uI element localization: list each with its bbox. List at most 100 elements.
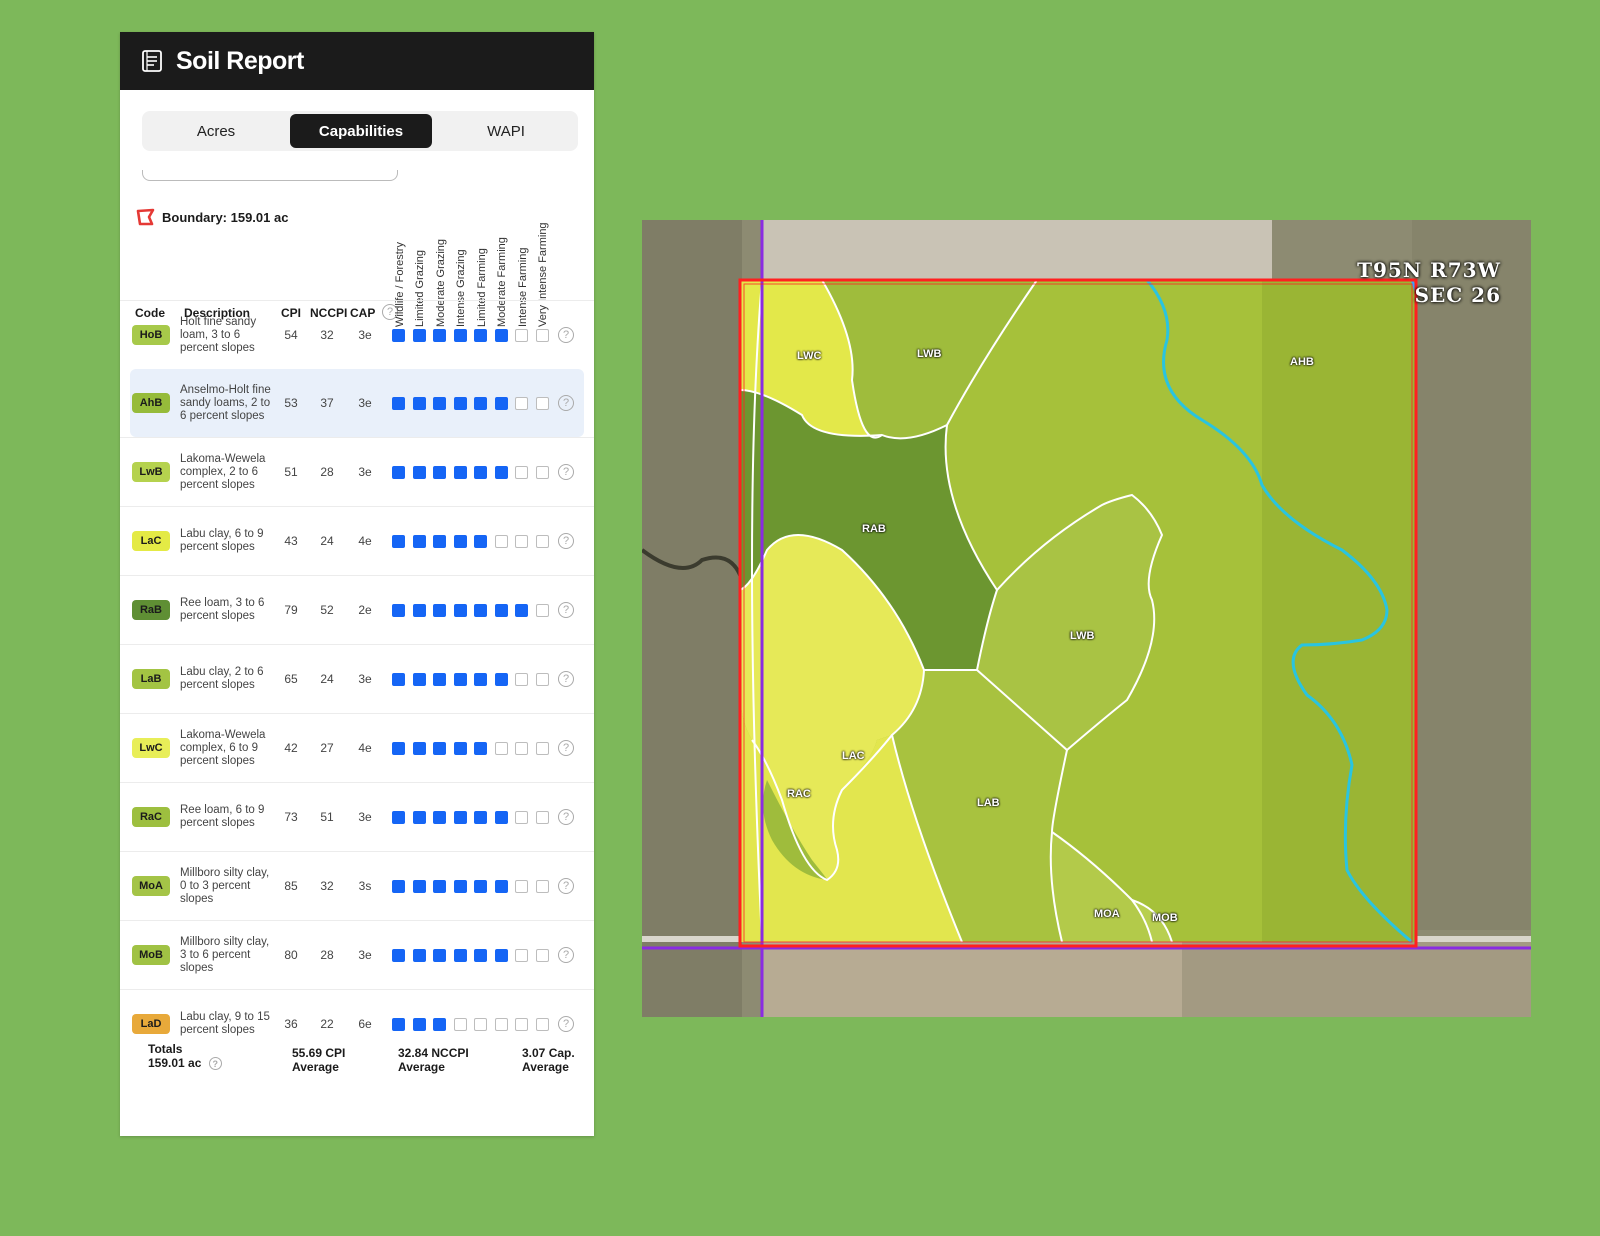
panel-header: Soil Report — [120, 32, 594, 90]
capability-square — [392, 1017, 405, 1031]
soil-cpi: 51 — [284, 465, 298, 479]
capability-square — [515, 1017, 528, 1031]
table-row[interactable]: LaC Labu clay, 6 to 9 percent slopes 43 24 4… — [120, 506, 594, 575]
soil-cap: 3e — [358, 465, 372, 479]
totals-cpi-sub: Average — [292, 1060, 339, 1074]
soil-description: Labu clay, 9 to 15 percent slopes — [180, 1011, 270, 1036]
row-help-icon[interactable]: ? — [558, 464, 574, 480]
table-row[interactable]: MoA Millboro silty clay, 0 to 3 percent s… — [120, 851, 594, 920]
soil-description: Ree loam, 3 to 6 percent slopes — [180, 597, 265, 622]
capability-indicator — [392, 879, 556, 893]
table-row[interactable]: LaB Labu clay, 2 to 6 percent slopes 65 24 3… — [120, 644, 594, 713]
capability-indicator — [392, 328, 556, 342]
soil-code-badge: MoA — [132, 876, 170, 896]
capability-square — [535, 603, 549, 617]
soil-nccpi: 32 — [320, 879, 334, 893]
soil-nccpi: 27 — [320, 741, 334, 755]
row-help-icon[interactable]: ? — [558, 395, 574, 411]
capability-indicator — [392, 948, 556, 962]
capability-square — [412, 879, 426, 893]
capability-square — [515, 879, 528, 893]
capability-indicator — [392, 810, 556, 824]
capability-square — [535, 465, 549, 479]
search-field-edge[interactable] — [142, 170, 398, 181]
capability-square — [515, 810, 528, 824]
soil-report-panel: Soil Report Acres Capabilities WAPI Boun… — [120, 32, 594, 1136]
capability-square — [392, 672, 405, 686]
table-row[interactable]: LwB Lakoma-Wewela complex, 2 to 6 percent… — [120, 437, 594, 506]
capability-square — [453, 741, 467, 755]
row-help-icon[interactable]: ? — [558, 671, 574, 687]
tab-wapi[interactable]: WAPI — [435, 114, 577, 148]
capability-square — [412, 396, 426, 410]
table-row[interactable]: MoB Millboro silty clay, 3 to 6 percent s… — [120, 920, 594, 989]
soil-cap: 3e — [358, 672, 372, 686]
table-row[interactable]: RaC Ree loam, 6 to 9 percent slopes 73 51 3e… — [120, 782, 594, 851]
capability-square — [515, 603, 528, 617]
row-help-icon[interactable]: ? — [558, 327, 574, 343]
tab-acres[interactable]: Acres — [145, 114, 287, 148]
tab-capabilities[interactable]: Capabilities — [290, 114, 432, 148]
soil-table: HoB Holt fine sandy loam, 3 to 6 percent … — [120, 300, 594, 1058]
capability-square — [535, 1017, 549, 1031]
capability-square — [392, 396, 405, 410]
tab-bar: Acres Capabilities WAPI — [142, 111, 578, 151]
row-help-icon[interactable]: ? — [558, 740, 574, 756]
capability-square — [474, 328, 487, 342]
totals-label: Totals — [148, 1042, 183, 1056]
soil-description: Labu clay, 2 to 6 percent slopes — [180, 666, 264, 691]
capability-square — [494, 534, 508, 548]
row-help-icon[interactable]: ? — [558, 1016, 574, 1032]
capability-square — [433, 603, 446, 617]
totals-cap-sub: Average — [522, 1060, 569, 1074]
soil-cap: 3e — [358, 810, 372, 824]
soil-cpi: 65 — [284, 672, 298, 686]
soil-nccpi: 51 — [320, 810, 334, 824]
table-row[interactable]: RaB Ree loam, 3 to 6 percent slopes 79 52 2e… — [120, 575, 594, 644]
map-label-lwb-center: LWB — [1070, 630, 1095, 642]
table-row[interactable]: AhB Anselmo-Holt fine sandy loams, 2 to 6… — [130, 369, 584, 437]
capability-square — [494, 1017, 508, 1031]
capability-square — [535, 879, 549, 893]
capability-square — [433, 534, 446, 548]
row-help-icon[interactable]: ? — [558, 602, 574, 618]
table-row[interactable]: HoB Holt fine sandy loam, 3 to 6 percent … — [120, 300, 594, 369]
map-label-lwc: LWC — [797, 350, 822, 362]
capability-square — [474, 534, 487, 548]
row-help-icon[interactable]: ? — [558, 809, 574, 825]
capability-square — [494, 328, 508, 342]
capability-square — [392, 879, 405, 893]
capability-square — [453, 603, 467, 617]
totals-cap: 3.07 Cap. — [522, 1046, 575, 1060]
soil-nccpi: 24 — [320, 672, 334, 686]
row-help-icon[interactable]: ? — [558, 878, 574, 894]
capability-square — [412, 603, 426, 617]
capability-square — [535, 810, 549, 824]
capability-square — [494, 810, 508, 824]
table-row[interactable]: LwC Lakoma-Wewela complex, 6 to 9 percent… — [120, 713, 594, 782]
row-help-icon[interactable]: ? — [558, 947, 574, 963]
capability-square — [453, 328, 467, 342]
capability-indicator — [392, 534, 556, 548]
soil-cap: 3e — [358, 948, 372, 962]
soil-polygon-ahb[interactable] — [1262, 280, 1416, 942]
capability-square — [453, 948, 467, 962]
row-help-icon[interactable]: ? — [558, 533, 574, 549]
capability-square — [535, 328, 549, 342]
capability-indicator — [392, 396, 556, 410]
map-canvas[interactable] — [642, 220, 1531, 1017]
totals-help-icon[interactable]: ? — [208, 1057, 222, 1071]
soil-nccpi: 28 — [320, 465, 334, 479]
capability-square — [453, 810, 467, 824]
capability-indicator — [392, 603, 556, 617]
capability-square — [392, 741, 405, 755]
soil-map[interactable]: LWC LWB AHB RAB LWB LAC RAC LAB MOA MOB … — [642, 220, 1531, 1017]
soil-code-badge: HoB — [132, 325, 170, 345]
capability-square — [433, 396, 446, 410]
soil-code-badge: LaB — [132, 669, 170, 689]
soil-description: Lakoma-Wewela complex, 6 to 9 percent sl… — [180, 728, 266, 767]
capability-square — [494, 741, 508, 755]
capability-square — [412, 328, 426, 342]
capability-square — [453, 396, 467, 410]
capability-square — [433, 948, 446, 962]
